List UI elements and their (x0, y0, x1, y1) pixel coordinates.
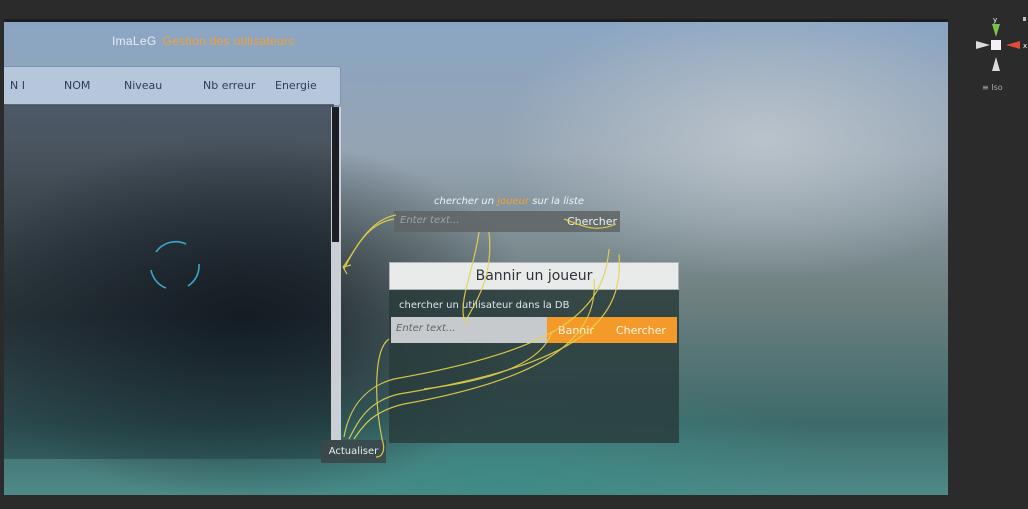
gizmo-x-label: x (1023, 42, 1027, 50)
projection-text: Iso (991, 83, 1003, 92)
bottom-strip (0, 495, 1028, 509)
projection-label[interactable]: ≡ Iso (982, 83, 1003, 92)
gizmo-y-label: y (993, 16, 997, 24)
event-wires (342, 214, 620, 458)
orientation-gizmo-icon[interactable]: y x (970, 15, 1028, 75)
scene-viewport[interactable]: ImaLeG Gestion des utilisateurs N I NOM N… (4, 19, 948, 495)
